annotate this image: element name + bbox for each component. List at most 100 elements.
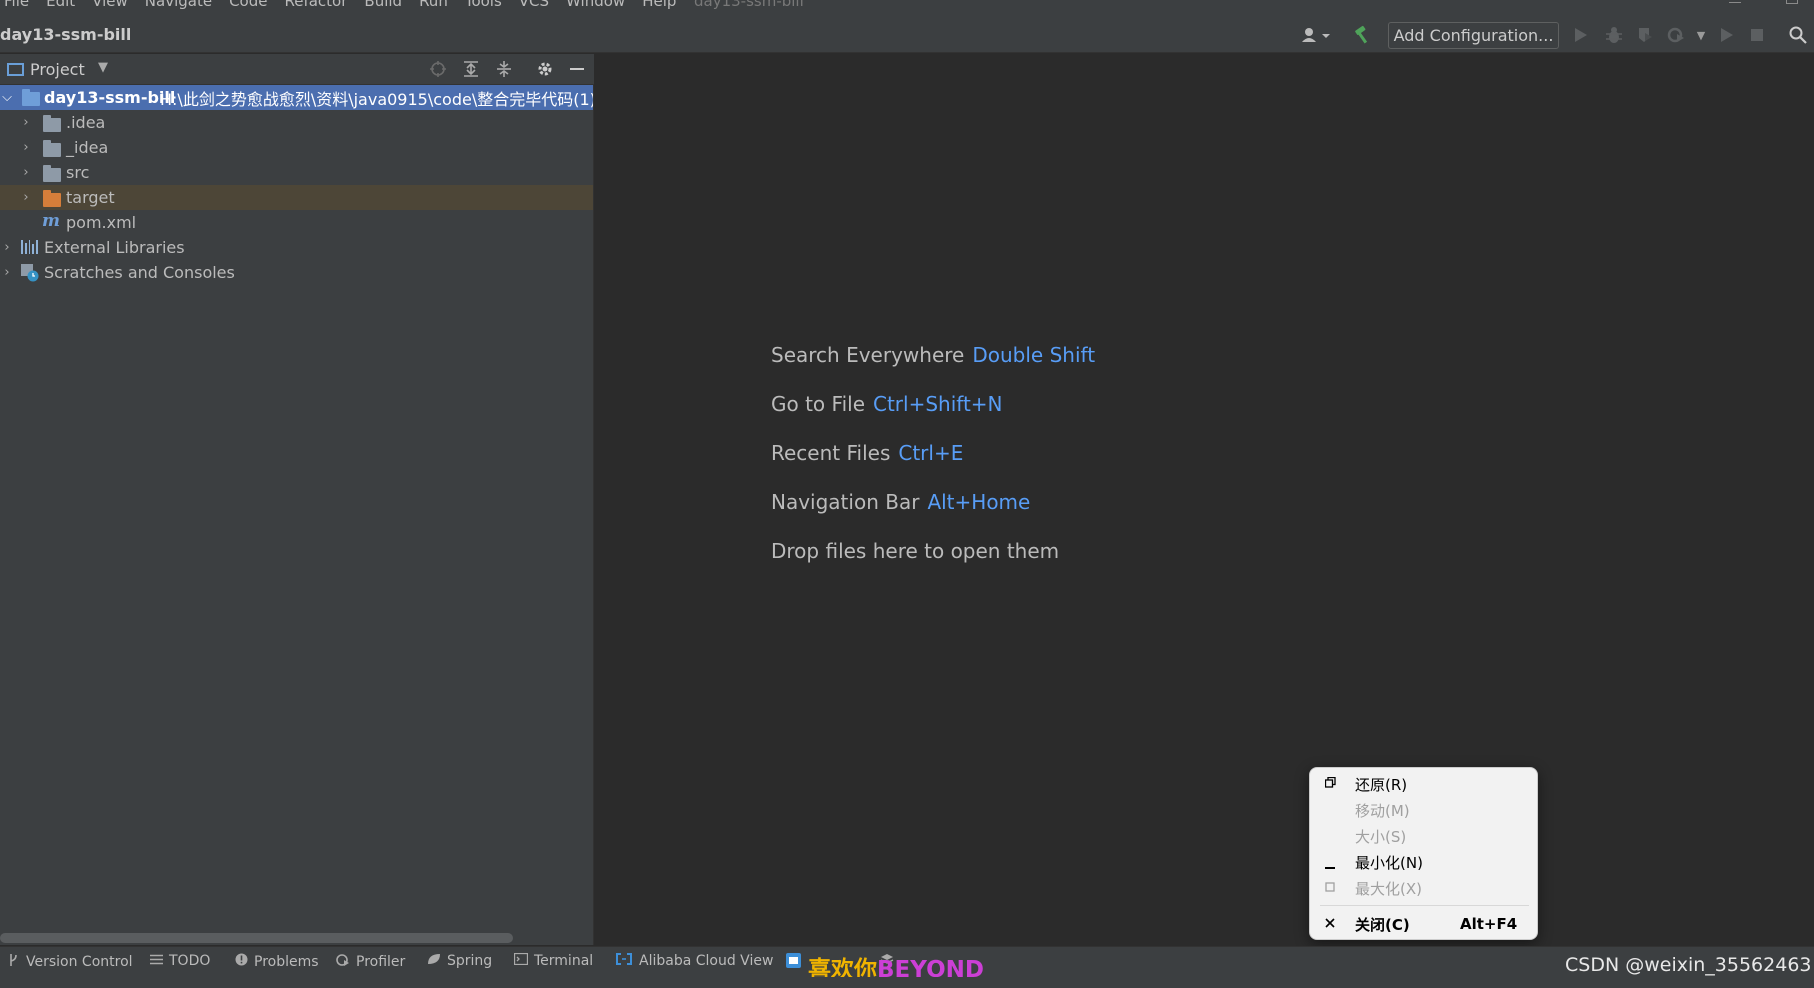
menu-item-close[interactable]: 关闭(C) Alt+F4 [1310, 912, 1539, 936]
status-bar [0, 977, 1814, 988]
menu-bar: File Edit View Navigate Code Refactor Bu… [0, 0, 1814, 17]
scratches-icon [21, 264, 39, 282]
menu-build[interactable]: Build [364, 0, 402, 10]
collapse-all-icon[interactable] [493, 58, 515, 80]
menu-view[interactable]: View [92, 0, 128, 10]
tool-profiler[interactable]: Profiler [336, 953, 405, 971]
locate-icon[interactable] [427, 58, 449, 80]
menu-tools[interactable]: Tools [465, 0, 502, 10]
chevron-right-icon[interactable]: › [19, 115, 33, 130]
menu-item-shortcut: Alt+F4 [1460, 915, 1518, 933]
menu-item-label: 大小(S) [1355, 827, 1407, 846]
tree-label: Scratches and Consoles [44, 263, 235, 282]
tree-row-underscore-idea[interactable]: › _idea [0, 135, 593, 160]
gear-icon[interactable] [534, 58, 556, 80]
tree-label: target [66, 188, 115, 207]
hint-text: Go to File [771, 392, 865, 416]
hint-recent-files: Recent Files Ctrl+E [771, 441, 963, 465]
tree-row-scratches[interactable]: › Scratches and Consoles [0, 260, 593, 285]
run-again-icon[interactable] [1716, 24, 1738, 46]
restore-icon [1324, 776, 1336, 791]
hint-text: Search Everywhere [771, 343, 965, 367]
chevron-right-icon[interactable]: › [19, 140, 33, 155]
menu-help[interactable]: Help [642, 0, 676, 10]
tree-row-idea[interactable]: › .idea [0, 110, 593, 135]
tree-label: pom.xml [66, 213, 137, 232]
toolkit-icon [786, 953, 801, 972]
chevron-right-icon[interactable]: › [19, 165, 33, 180]
tool-todo[interactable]: TODO [149, 953, 210, 969]
terminal-icon [513, 952, 529, 969]
menu-run[interactable]: Run [419, 0, 448, 10]
branch-icon [6, 953, 20, 971]
tool-label: Version Control [26, 954, 133, 970]
chevron-down-icon[interactable]: ▼ [1690, 24, 1712, 46]
menu-item-label: 移动(M) [1355, 801, 1410, 820]
menu-refactor[interactable]: Refactor [284, 0, 347, 10]
menu-item-move: 移动(M) [1310, 798, 1539, 822]
build-hammer-icon[interactable] [1352, 24, 1374, 46]
tool-cloud-toolkit[interactable] [786, 953, 806, 972]
menu-separator [1320, 905, 1529, 906]
chevron-down-icon[interactable]: ⌵ [0, 90, 14, 105]
project-panel-title[interactable]: Project [30, 60, 85, 79]
menu-item-label: 关闭(C) [1355, 915, 1410, 934]
libraries-icon [21, 240, 38, 254]
hint-shortcut: Double Shift [972, 343, 1096, 367]
hint-go-to-file: Go to File Ctrl+Shift+N [771, 392, 1003, 416]
expand-all-icon[interactable] [460, 58, 482, 80]
account-icon[interactable] [1300, 24, 1334, 46]
hide-panel-icon[interactable] [566, 58, 588, 80]
tool-terminal[interactable]: Terminal [513, 952, 594, 969]
menu-vcs[interactable]: VCS [519, 0, 549, 10]
tree-label: _idea [66, 138, 109, 157]
info-icon [234, 953, 248, 970]
stop-icon[interactable] [1746, 24, 1768, 46]
tree-row-src[interactable]: › src [0, 160, 593, 185]
add-configuration-button[interactable]: Add Configuration... [1388, 22, 1559, 49]
coverage-icon[interactable] [1634, 24, 1656, 46]
menu-item-minimize[interactable]: 最小化(N) [1310, 850, 1539, 874]
menu-navigate[interactable]: Navigate [145, 0, 212, 10]
menu-edit[interactable]: Edit [46, 0, 75, 10]
menu-item-label: 最大化(X) [1355, 879, 1422, 898]
tool-label: Terminal [534, 953, 594, 969]
menu-item-size: 大小(S) [1310, 824, 1539, 848]
leaf-icon [427, 953, 441, 969]
menu-code[interactable]: Code [229, 0, 267, 10]
tree-row-target[interactable]: › target [0, 185, 593, 210]
menu-file[interactable]: File [4, 0, 29, 10]
tool-problems[interactable]: Problems [234, 953, 319, 970]
tool-spring[interactable]: Spring [427, 953, 492, 969]
excluded-folder-icon [43, 190, 61, 207]
run-icon[interactable] [1570, 24, 1592, 46]
tree-row-project-root[interactable]: ⌵ day13-ssm-bill H:\此剑之势愈战愈烈\资料\java0915… [0, 85, 593, 110]
tree-row-pom[interactable]: m pom.xml [0, 210, 593, 235]
menu-item-restore[interactable]: 还原(R) [1310, 772, 1539, 796]
list-icon [149, 954, 163, 969]
profiler-icon [336, 953, 350, 971]
chevron-down-icon[interactable]: ▼ [98, 60, 108, 75]
tool-label: Alibaba Cloud View [639, 953, 774, 969]
tool-label: Spring [447, 953, 493, 969]
chevron-right-icon[interactable]: › [0, 265, 14, 280]
minimize-window-icon[interactable] [1729, 2, 1741, 3]
project-view-icon [7, 63, 24, 76]
folder-icon [43, 165, 61, 182]
profile-icon[interactable] [1665, 24, 1687, 46]
chevron-right-icon[interactable]: › [19, 190, 33, 205]
tree-label: src [66, 163, 90, 182]
tool-alibaba-cloud-view[interactable]: Alibaba Cloud View [615, 953, 773, 969]
chevron-right-icon[interactable]: › [0, 240, 14, 255]
window-system-menu: 还原(R) 移动(M) 大小(S) 最小化(N) 最大化(X) 关闭(C) Al… [1309, 767, 1538, 940]
tree-row-external-libraries[interactable]: › External Libraries [0, 235, 593, 260]
horizontal-scrollbar[interactable] [0, 933, 513, 943]
folder-icon [43, 115, 61, 132]
search-icon[interactable] [1787, 24, 1809, 46]
breadcrumb-project[interactable]: day13-ssm-bill [0, 25, 131, 44]
tool-version-control[interactable]: Version Control [6, 953, 133, 971]
maximize-window-icon[interactable] [1786, 0, 1798, 4]
debug-icon[interactable] [1603, 24, 1625, 46]
menu-item-label: 还原(R) [1355, 775, 1408, 794]
menu-window[interactable]: Window [566, 0, 625, 10]
